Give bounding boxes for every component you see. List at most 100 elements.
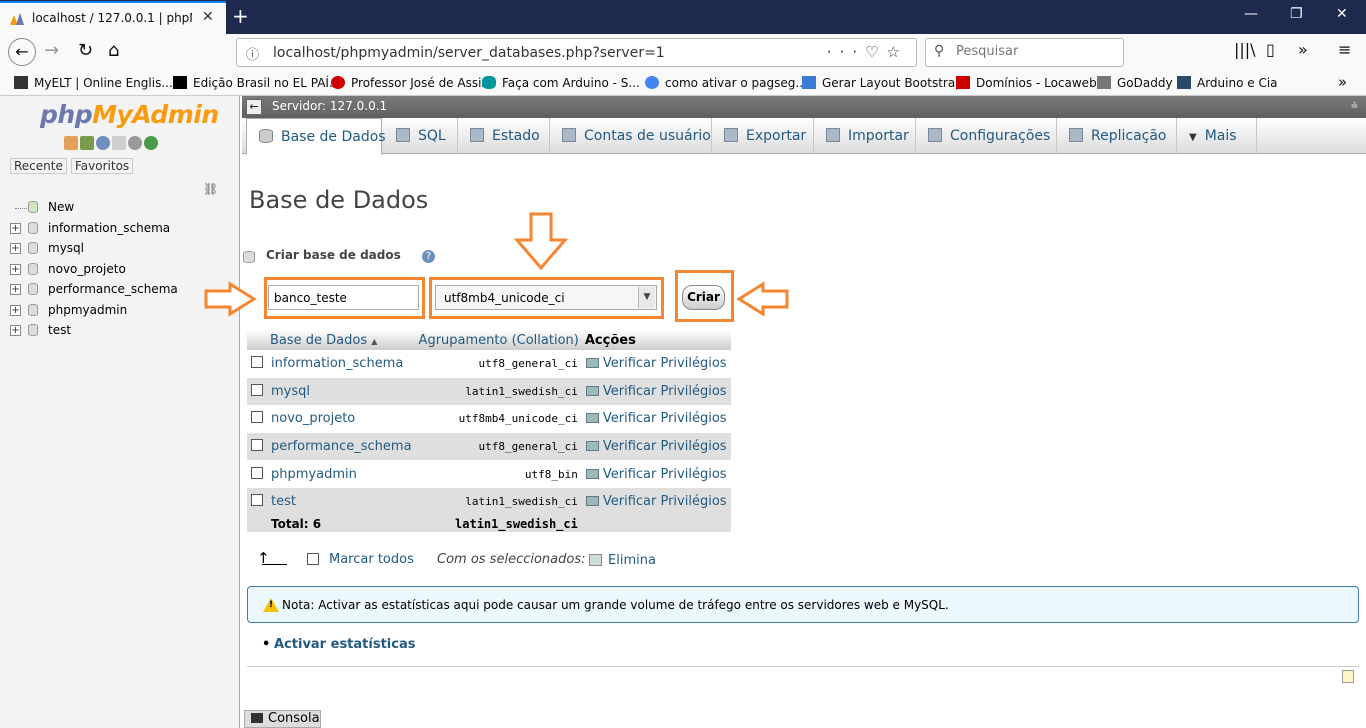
- expand-icon[interactable]: +: [10, 305, 21, 316]
- row-checkbox[interactable]: [251, 411, 263, 424]
- check-privileges-link[interactable]: Verificar Privilégios: [581, 432, 731, 461]
- database-name-link[interactable]: information_schema: [267, 350, 416, 378]
- column-collation[interactable]: Agrupamento (Collation): [415, 330, 582, 350]
- tab-status[interactable]: Estado: [458, 118, 550, 154]
- database-name-link[interactable]: novo_projeto: [267, 405, 416, 433]
- bookmarks-overflow-icon[interactable]: »: [1338, 73, 1347, 91]
- profjose-icon: [331, 76, 345, 89]
- column-database[interactable]: Base de Dados ▲: [267, 330, 416, 350]
- row-checkbox[interactable]: [251, 494, 263, 507]
- logout-icon[interactable]: [80, 136, 94, 150]
- favorites-button[interactable]: Favoritos: [71, 158, 134, 174]
- new-tab-icon[interactable]: +: [232, 4, 249, 28]
- mark-all-checkbox[interactable]: [307, 553, 319, 565]
- check-privileges-link[interactable]: Verificar Privilégios: [581, 487, 731, 516]
- row-checkbox[interactable]: [251, 383, 263, 396]
- expand-icon[interactable]: +: [10, 243, 21, 254]
- check-privileges-link[interactable]: Verificar Privilégios: [581, 350, 731, 378]
- menu-icon[interactable]: ≡: [1338, 40, 1351, 59]
- search-input[interactable]: [956, 44, 1116, 59]
- expand-icon[interactable]: +: [10, 264, 21, 275]
- url-bar[interactable]: ⓘ localhost/phpmyadmin/server_databases.…: [236, 38, 917, 67]
- server-label[interactable]: Servidor: 127.0.0.1: [272, 99, 387, 113]
- collation-select[interactable]: utf8mb4_unicode_ci ▼: [435, 285, 657, 310]
- mark-all-link[interactable]: Marcar todos: [329, 552, 414, 567]
- database-icon: [28, 263, 38, 275]
- sort-icon: ▲: [371, 336, 378, 346]
- database-name-link[interactable]: performance_schema: [267, 432, 416, 461]
- bookmark-locaweb[interactable]: Domínios - Locaweb: [956, 76, 1097, 90]
- help-icon[interactable]: [96, 136, 110, 150]
- tab-import[interactable]: Importar: [814, 118, 916, 154]
- close-window-icon[interactable]: ✕: [1336, 6, 1348, 22]
- info-icon[interactable]: ⓘ: [246, 44, 259, 63]
- tab-replication[interactable]: Replicação: [1057, 118, 1177, 154]
- bookmark-elpais[interactable]: Edição Brasil no EL PAÍ...: [173, 76, 340, 90]
- bulk-actions-row: ↑ Marcar todos Com os seleccionados: Eli…: [257, 549, 857, 571]
- bookmark-godaddy[interactable]: GoDaddy: [1097, 76, 1173, 90]
- tab-user-accounts[interactable]: Contas de usuário: [550, 118, 712, 154]
- bookmark-profjose[interactable]: Professor José de Assis: [331, 76, 488, 90]
- tab-settings[interactable]: Configurações: [916, 118, 1057, 154]
- collapse-panel-icon[interactable]: ←: [246, 99, 262, 115]
- forward-icon[interactable]: →: [44, 40, 59, 61]
- collation-value: utf8_bin: [415, 460, 582, 488]
- page-actions-icon[interactable]: ···♡☆: [827, 43, 908, 61]
- back-icon[interactable]: ←: [8, 38, 36, 66]
- row-checkbox[interactable]: [251, 356, 263, 369]
- notice-box: ! Nota: Activar as estatísticas aqui pod…: [247, 586, 1359, 623]
- help-icon[interactable]: ?: [422, 250, 435, 263]
- database-name-link[interactable]: phpmyadmin: [267, 460, 416, 488]
- home-icon[interactable]: [64, 136, 78, 150]
- bookmark-arduinoecia[interactable]: Arduino e Cia: [1177, 76, 1278, 90]
- check-privileges-link[interactable]: Verificar Privilégios: [581, 405, 731, 433]
- bookmark-myelt[interactable]: MyELT | Online Englis...: [14, 76, 173, 90]
- home-icon[interactable]: ⌂: [108, 40, 119, 61]
- bookmark-google[interactable]: como ativar o pagseg...: [645, 76, 807, 90]
- link-icon[interactable]: ⛓: [203, 182, 218, 196]
- restore-icon[interactable]: ❐: [1290, 6, 1303, 22]
- row-checkbox[interactable]: [251, 466, 263, 479]
- close-tab-icon[interactable]: ✕: [202, 9, 214, 25]
- check-privileges-link[interactable]: Verificar Privilégios: [581, 460, 731, 488]
- notice-text: Nota: Activar as estatísticas aqui pode …: [282, 598, 949, 612]
- url-text[interactable]: localhost/phpmyadmin/server_databases.ph…: [273, 45, 665, 61]
- settings-icon[interactable]: [128, 136, 142, 150]
- docs-icon[interactable]: [112, 136, 126, 150]
- library-icon[interactable]: |||\: [1234, 40, 1256, 59]
- tab-more[interactable]: ▼ Mais: [1177, 118, 1257, 154]
- sidebar-toggle-icon[interactable]: ▯: [1266, 40, 1275, 59]
- bookmarks-bar: MyELT | Online Englis... Edição Brasil n…: [0, 72, 1366, 96]
- collation-value: utf8_general_ci: [415, 432, 582, 461]
- locaweb-icon: [956, 76, 970, 89]
- expand-icon[interactable]: +: [10, 223, 21, 234]
- note-icon[interactable]: [1342, 670, 1354, 683]
- create-button[interactable]: Criar: [682, 285, 725, 310]
- recent-button[interactable]: Recente: [10, 158, 67, 174]
- delete-link[interactable]: Elimina: [608, 553, 656, 568]
- tab-databases[interactable]: Base de Dados: [246, 118, 386, 155]
- table-row: phpmyadmin utf8_bin Verificar Privilégio…: [247, 460, 731, 488]
- check-privileges-link[interactable]: Verificar Privilégios: [581, 377, 731, 406]
- expand-icon[interactable]: +: [10, 284, 21, 295]
- tab-export[interactable]: Exportar: [712, 118, 814, 154]
- chevron-down-icon[interactable]: ▼: [638, 287, 655, 308]
- minimize-icon[interactable]: —: [1244, 6, 1258, 22]
- scroll-top-icon[interactable]: ⩮: [1351, 98, 1358, 113]
- tab-sql[interactable]: SQL: [384, 118, 458, 154]
- activate-statistics-link[interactable]: • Activar estatísticas: [262, 637, 415, 652]
- phpmyadmin-logo[interactable]: phpMyAdmin: [40, 100, 219, 129]
- database-name-link[interactable]: mysql: [267, 377, 416, 406]
- row-checkbox[interactable]: [251, 439, 263, 452]
- database-name-link[interactable]: test: [267, 487, 416, 516]
- expand-icon[interactable]: +: [10, 325, 21, 336]
- bookmark-arduino[interactable]: Faça com Arduino - S...: [482, 76, 640, 90]
- console-button[interactable]: Consola: [244, 710, 321, 728]
- overflow-icon[interactable]: »: [1298, 40, 1308, 59]
- reload-icon[interactable]: [144, 136, 158, 150]
- database-name-input[interactable]: [268, 285, 419, 310]
- browser-tab[interactable]: localhost / 127.0.0.1 | phpMyAd ✕: [0, 1, 226, 34]
- search-bar[interactable]: ⚲: [925, 38, 1124, 67]
- bookmark-bootstrap[interactable]: Gerar Layout Bootstrap: [802, 76, 963, 90]
- reload-icon[interactable]: ↻: [78, 40, 93, 61]
